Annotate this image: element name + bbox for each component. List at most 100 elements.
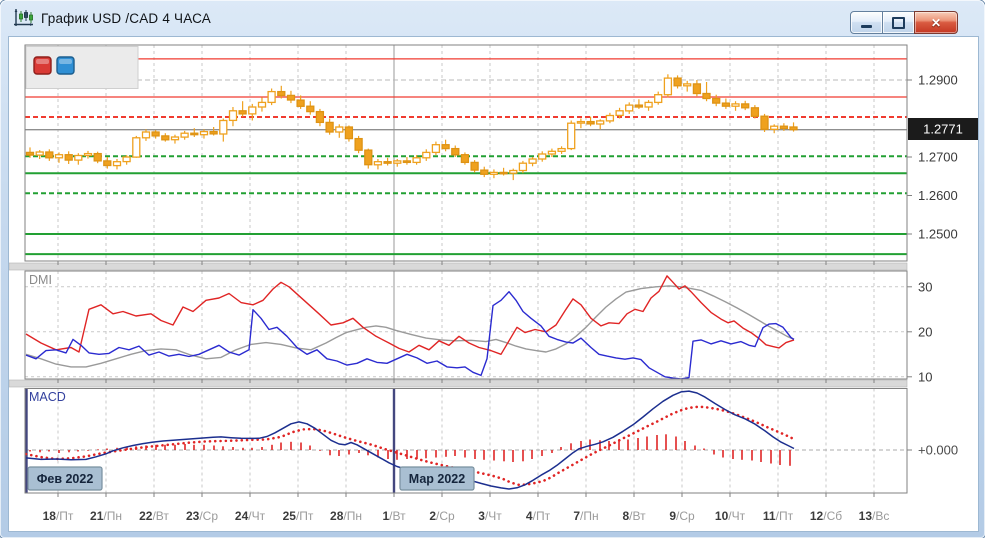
- date-tick-label: 8/Вт: [622, 509, 646, 523]
- close-button[interactable]: ✕: [914, 11, 958, 34]
- candle-body: [228, 110, 238, 122]
- candle-body: [789, 126, 798, 131]
- chart-client-area: Фев 2022 Мар 2022 DMI MACD 18/Пт 21/Пн 22/Вт 23…: [8, 36, 979, 532]
- candle-body: [615, 110, 624, 117]
- close-icon: ✕: [930, 15, 942, 30]
- candle-body: [25, 151, 35, 156]
- candle-body: [35, 151, 44, 156]
- button-highlight: [36, 59, 49, 64]
- candle-body: [122, 156, 131, 163]
- candle-body: [576, 120, 586, 124]
- candle-body: [132, 137, 141, 158]
- panel-splitter[interactable]: [8, 379, 908, 388]
- candle-body: [344, 126, 354, 140]
- candle-body: [325, 121, 334, 133]
- minimize-button[interactable]: [850, 11, 883, 34]
- candle-body: [170, 136, 180, 141]
- candle-body: [673, 77, 682, 87]
- candle-body: [644, 101, 653, 108]
- candle-body: [306, 105, 315, 113]
- candle-body: [257, 101, 267, 108]
- date-tick-label: 11/Пт: [763, 509, 794, 523]
- candle-body: [64, 154, 73, 161]
- candle-body: [567, 122, 576, 150]
- macd-zero-label: +0.000: [918, 443, 958, 458]
- candle-body: [364, 149, 373, 166]
- button-highlight: [59, 59, 72, 64]
- candle-body: [721, 102, 731, 107]
- candle-body: [103, 160, 112, 167]
- candle-body: [683, 83, 692, 87]
- date-tick-label: 28/Пн: [330, 509, 362, 523]
- candle-body: [605, 114, 615, 122]
- candle-body: [509, 169, 518, 174]
- candle-body: [199, 130, 209, 136]
- date-tick-label: 24/Чт: [235, 509, 266, 523]
- maximize-icon: [892, 16, 905, 29]
- window-controls: ✕: [850, 11, 958, 34]
- candle-body: [373, 161, 383, 166]
- date-tick-label: 25/Пт: [283, 509, 314, 523]
- candle-body: [296, 99, 305, 107]
- candle-body: [557, 147, 566, 152]
- candle-body: [528, 158, 537, 164]
- date-tick-label: 3/Чт: [478, 509, 502, 523]
- candle-body: [151, 131, 160, 137]
- candle-body: [422, 151, 431, 159]
- date-tick-label: 12/Сб: [810, 509, 842, 523]
- date-tick-label: 21/Пн: [90, 509, 122, 523]
- candle-body: [779, 125, 789, 130]
- chart-toolbar: [25, 46, 139, 89]
- maximize-button[interactable]: [882, 11, 915, 34]
- candle-body: [741, 103, 750, 109]
- app-window: График USD /CAD 4 ЧАСА ✕ Фев 2022 Мар 202…: [0, 0, 985, 538]
- candlestick-chart-icon: [13, 7, 35, 29]
- candle-body: [712, 97, 721, 104]
- window-title: График USD /CAD 4 ЧАСА: [41, 10, 211, 26]
- price-tick-label: 1.2900: [918, 73, 958, 88]
- candle-body: [238, 110, 247, 115]
- date-tick-label: 2/Ср: [429, 509, 455, 523]
- candle-body: [74, 154, 83, 161]
- date-tick-label: 18/Пт: [43, 509, 74, 523]
- candle-body: [663, 77, 673, 96]
- panel-splitter[interactable]: [8, 262, 908, 271]
- candle-body: [731, 103, 740, 107]
- candle-body: [335, 126, 344, 133]
- candle-body: [538, 153, 547, 160]
- candle-body: [451, 147, 460, 156]
- chart-canvas[interactable]: Фев 2022 Мар 2022 DMI MACD 18/Пт 21/Пн 22/Вт 23…: [8, 37, 978, 531]
- candle-body: [161, 135, 170, 141]
- candle-body: [518, 162, 528, 172]
- candle-body: [470, 161, 479, 171]
- candle-body: [499, 171, 508, 175]
- candle-body: [286, 94, 296, 101]
- price-tick-label: 1.2700: [918, 150, 958, 165]
- dmi-tick-label: 10: [918, 369, 932, 384]
- candle-body: [354, 137, 363, 151]
- candle-body: [489, 171, 499, 175]
- candle-body: [93, 152, 102, 162]
- candle-body: [219, 119, 228, 135]
- candle-body: [431, 144, 441, 154]
- candle-body: [54, 154, 64, 159]
- candle-body: [634, 104, 644, 108]
- candle-body: [412, 157, 421, 164]
- candle-body: [267, 90, 276, 104]
- candle-body: [702, 92, 711, 100]
- candle-body: [692, 83, 702, 95]
- candle-body: [460, 154, 470, 164]
- candle-body: [209, 130, 218, 135]
- candle-body: [760, 115, 769, 130]
- minimize-icon: [861, 25, 872, 28]
- window-titlebar[interactable]: График USD /CAD 4 ЧАСА ✕: [0, 0, 985, 36]
- month-label: Фев 2022: [37, 472, 94, 486]
- candle-body: [654, 94, 663, 104]
- month-label-box: Мар 2022: [399, 466, 475, 491]
- date-tick-label: 7/Пн: [573, 509, 598, 523]
- dmi-tick-label: 20: [918, 324, 932, 339]
- price-tick-label: 1.2600: [918, 188, 958, 203]
- candle-body: [112, 161, 122, 167]
- dmi-label: DMI: [29, 273, 52, 287]
- candle-body: [441, 144, 450, 150]
